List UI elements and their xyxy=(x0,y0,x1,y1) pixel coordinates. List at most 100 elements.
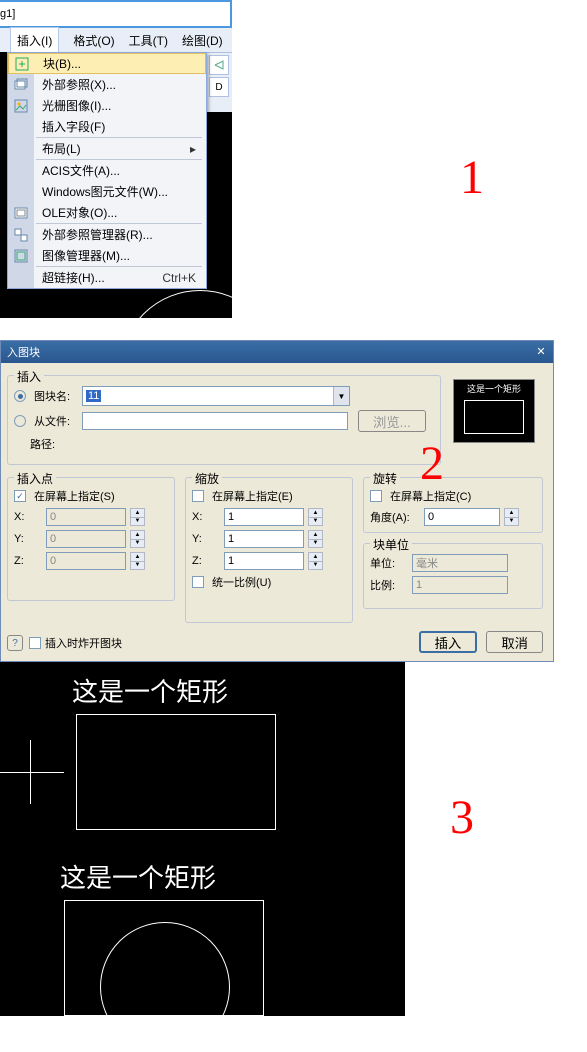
ipoint-z-label: Z: xyxy=(14,555,42,567)
menu-item-field[interactable]: 插入字段(F) xyxy=(8,116,206,137)
ipoint-y-input[interactable] xyxy=(46,530,126,548)
rotation-angle-spinner[interactable]: ▲▼ xyxy=(504,508,519,526)
menu-item-acis[interactable]: ACIS文件(A)... xyxy=(8,160,206,181)
blockname-select[interactable]: 11 ▼ xyxy=(82,386,350,406)
browse-button[interactable]: 浏览... xyxy=(358,410,426,432)
scale-z-label: Z: xyxy=(192,555,220,567)
rotation-onscreen-check[interactable] xyxy=(370,490,382,502)
scale-onscreen-label: 在屏幕上指定(E) xyxy=(212,488,293,504)
menu-draw[interactable]: 绘图(D) xyxy=(182,32,223,49)
blockname-label: 图块名: xyxy=(34,388,78,404)
scale-y-label: Y: xyxy=(192,533,220,545)
menu-item-block[interactable]: 块(B)... xyxy=(8,53,206,74)
window-title: g1] xyxy=(0,8,15,20)
preview-text: 这是一个矩形 xyxy=(454,382,534,395)
dialog-titlebar: 入图块 ✕ xyxy=(1,341,553,363)
menu-item-raster[interactable]: 光栅图像(I)... xyxy=(8,95,206,116)
menu-item-xrefmgr[interactable]: 外部参照管理器(R)... xyxy=(8,224,206,245)
path-label: 路径: xyxy=(30,436,55,452)
canvas-circle xyxy=(100,922,230,1052)
scale-x-input[interactable] xyxy=(224,508,304,526)
uniform-scale-check[interactable] xyxy=(192,576,204,588)
raster-icon xyxy=(13,98,29,114)
uniform-scale-label: 统一比例(U) xyxy=(212,574,271,590)
menu-tools[interactable]: 工具(T) xyxy=(129,32,168,49)
ipoint-y-spinner[interactable]: ▲▼ xyxy=(130,530,145,548)
menubar: 插入(I) 格式(O) 工具(T) 绘图(D) xyxy=(0,28,232,52)
menu-insert[interactable]: 插入(I) xyxy=(10,27,59,53)
menu-item-wmf-label: Windows图元文件(W)... xyxy=(42,183,168,200)
menu-item-block-label: 块(B)... xyxy=(43,55,81,72)
insert-group-title: 插入 xyxy=(14,368,44,385)
menu-item-layout[interactable]: 布局(L) ▸ xyxy=(8,138,206,159)
bunit-ratio-input xyxy=(412,576,508,594)
close-icon[interactable]: ✕ xyxy=(533,345,549,359)
block-preview: 这是一个矩形 xyxy=(453,379,535,443)
step-annotation-2: 2 xyxy=(420,436,444,491)
toolbar-icon-d[interactable]: D xyxy=(209,77,229,97)
scale-x-label: X: xyxy=(192,511,220,523)
ipoint-x-spinner[interactable]: ▲▼ xyxy=(130,508,145,526)
insert-dropdown: 块(B)... 外部参照(X)... 光栅图像(I)... 插入字段(F) 布局… xyxy=(7,52,207,289)
help-button[interactable]: ? xyxy=(7,635,23,651)
xref-icon xyxy=(13,77,29,93)
menu-item-hyperlink-label: 超链接(H)... xyxy=(42,269,105,286)
blockname-value: 11 xyxy=(86,390,101,402)
canvas-text-1: 这是一个矩形 xyxy=(72,672,228,709)
menu-item-ole-label: OLE对象(O)... xyxy=(42,204,117,221)
ipoint-z-spinner[interactable]: ▲▼ xyxy=(130,552,145,570)
dropdown-arrow-icon[interactable]: ▼ xyxy=(333,387,349,405)
step-annotation-1: 1 xyxy=(460,150,484,205)
dialog-title: 入图块 xyxy=(7,344,40,360)
crosshair-h xyxy=(0,772,64,773)
rotation-angle-input[interactable] xyxy=(424,508,500,526)
scale-x-spinner[interactable]: ▲▼ xyxy=(308,508,323,526)
bunit-title: 块单位 xyxy=(370,536,412,553)
window-titlebar: g1] xyxy=(0,0,232,28)
submenu-arrow-icon: ▸ xyxy=(190,142,196,156)
menu-item-xref-label: 外部参照(X)... xyxy=(42,76,116,93)
menu-item-field-label: 插入字段(F) xyxy=(42,118,105,135)
scale-onscreen-check[interactable] xyxy=(192,490,204,502)
ipoint-x-input[interactable] xyxy=(46,508,126,526)
menu-item-hyperlink[interactable]: 超链接(H)... Ctrl+K xyxy=(8,267,206,288)
ipoint-y-label: Y: xyxy=(14,533,42,545)
menu-item-wmf[interactable]: Windows图元文件(W)... xyxy=(8,181,206,202)
rotation-angle-label: 角度(A): xyxy=(370,509,420,525)
ipoint-onscreen-check[interactable]: ✓ xyxy=(14,490,26,502)
preview-rect xyxy=(464,400,524,434)
radio-fromfile[interactable] xyxy=(14,415,26,427)
menu-item-acis-label: ACIS文件(A)... xyxy=(42,162,120,179)
explode-check[interactable] xyxy=(29,637,41,649)
insert-block-dialog: 入图块 ✕ 插入 图块名: 11 ▼ 从文件: 浏览... 路径: 这是一个矩形… xyxy=(0,340,554,662)
ole-icon xyxy=(13,205,29,221)
step-annotation-3: 3 xyxy=(450,790,474,845)
bunit-unit-label: 单位: xyxy=(370,555,408,571)
explode-label: 插入时炸开图块 xyxy=(45,635,122,651)
menu-item-raster-label: 光栅图像(I)... xyxy=(42,97,111,114)
radio-blockname[interactable] xyxy=(14,390,26,402)
scale-title: 缩放 xyxy=(192,470,222,487)
block-icon xyxy=(14,56,30,72)
menu-format[interactable]: 格式(O) xyxy=(73,32,114,49)
fromfile-input[interactable] xyxy=(82,412,348,430)
scale-z-spinner[interactable]: ▲▼ xyxy=(308,552,323,570)
bunit-unit-input xyxy=(412,554,508,572)
ipoint-z-input[interactable] xyxy=(46,552,126,570)
ipoint-onscreen-label: 在屏幕上指定(S) xyxy=(34,488,115,504)
menu-item-layout-label: 布局(L) xyxy=(42,140,81,157)
canvas-text-2: 这是一个矩形 xyxy=(60,858,216,895)
canvas-rect-1 xyxy=(76,714,276,830)
insert-button[interactable]: 插入 xyxy=(419,631,478,653)
menu-item-xref[interactable]: 外部参照(X)... xyxy=(8,74,206,95)
xrefmgr-icon xyxy=(13,227,29,243)
ipoint-title: 插入点 xyxy=(14,470,56,487)
scale-y-spinner[interactable]: ▲▼ xyxy=(308,530,323,548)
scale-y-input[interactable] xyxy=(224,530,304,548)
menu-item-imgmgr[interactable]: 图像管理器(M)... xyxy=(8,245,206,266)
fromfile-label: 从文件: xyxy=(34,413,78,429)
cancel-button[interactable]: 取消 xyxy=(486,631,543,653)
scale-z-input[interactable] xyxy=(224,552,304,570)
menu-item-ole[interactable]: OLE对象(O)... xyxy=(8,202,206,223)
toolbar-icon-1[interactable] xyxy=(209,55,229,75)
